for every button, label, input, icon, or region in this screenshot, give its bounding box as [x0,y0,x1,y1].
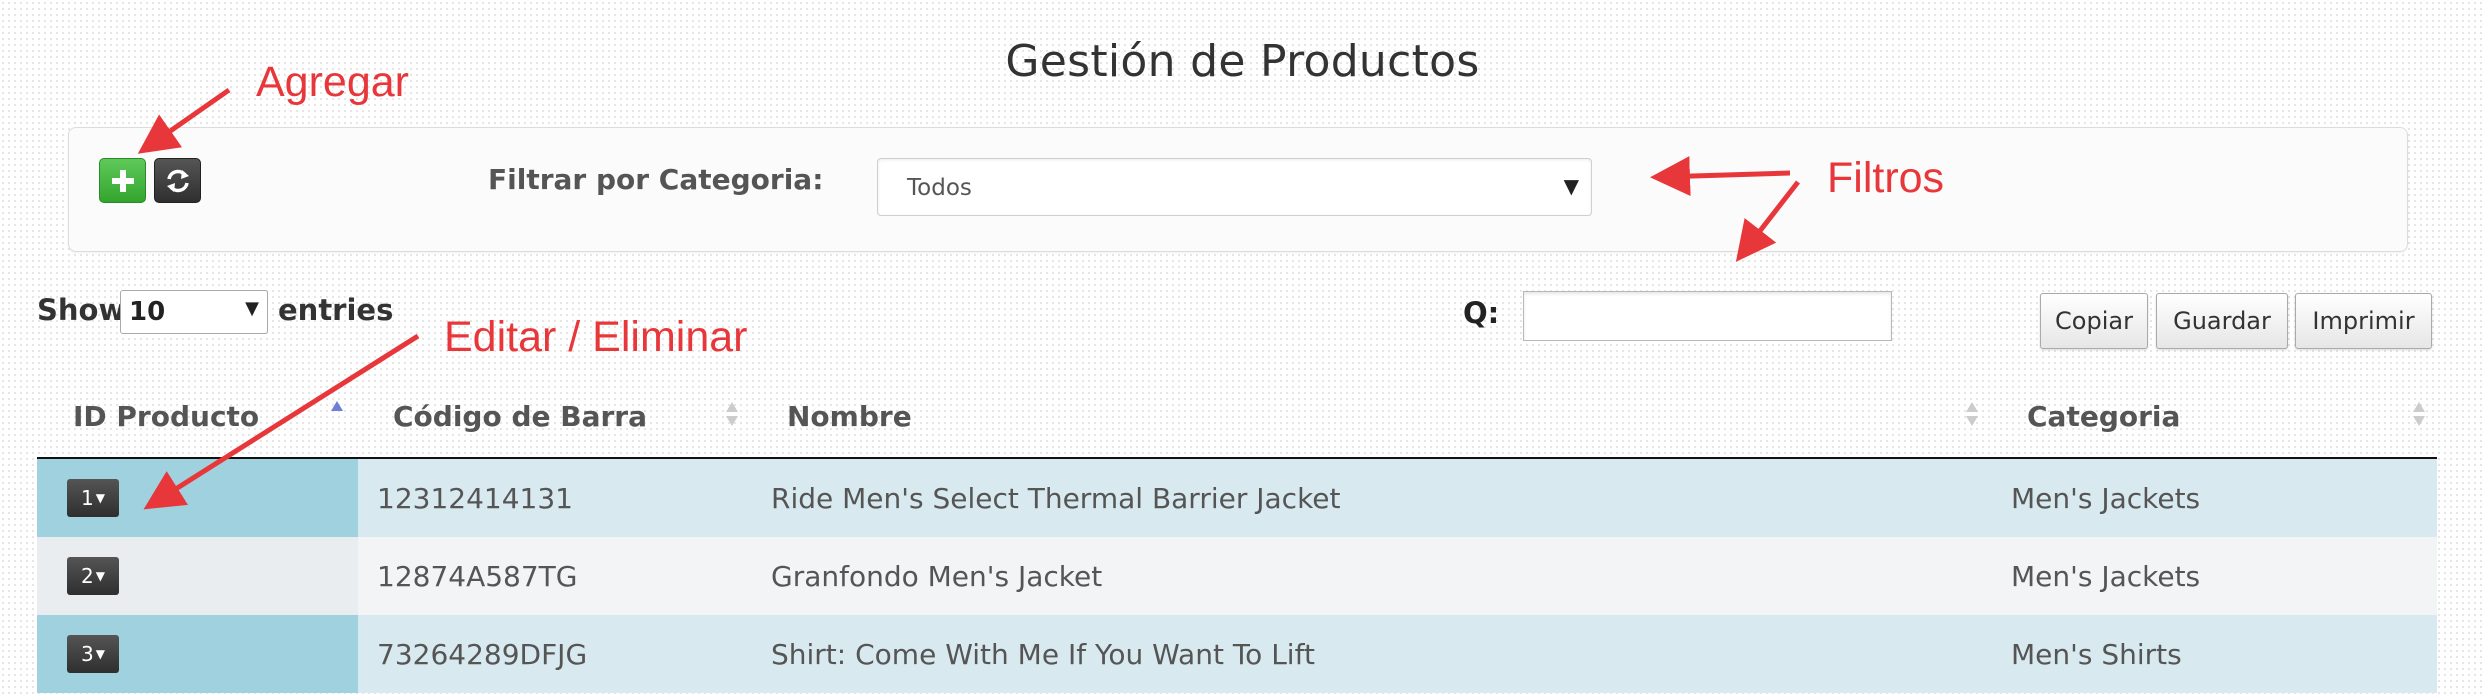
search-input[interactable] [1523,291,1892,341]
add-product-button[interactable] [99,158,146,203]
name-cell: Shirt: Come With Me If You Want To Lift [771,638,1315,671]
table-row[interactable]: 2 ▼ 12874A587TG Granfondo Men's Jacket Me… [37,537,2437,615]
show-label: Show [37,293,126,327]
category-filter-value: Todos [907,175,972,201]
entries-select-value: 10 [129,297,166,327]
caret-down-icon: ▼ [95,491,105,505]
category-filter-select[interactable]: Todos ▼ [877,158,1592,216]
chevron-down-icon: ▼ [1563,174,1579,198]
name-cell: Granfondo Men's Jacket [771,560,1103,593]
sort-asc-icon [331,401,343,411]
annotation-filters: Filtros [1827,154,1945,202]
id-cell: 2 ▼ [37,537,358,615]
plus-icon [111,169,134,192]
column-header-id[interactable]: ID Producto [73,400,259,433]
column-header-name[interactable]: Nombre [787,400,912,433]
barcode-cell: 73264289DFJG [377,638,588,671]
row-actions-button[interactable]: 1 ▼ [67,479,119,517]
barcode-cell: 12312414131 [377,482,573,515]
row-actions-button[interactable]: 2 ▼ [67,557,119,595]
name-cell: Ride Men's Select Thermal Barrier Jacket [771,482,1341,515]
category-cell: Men's Jackets [2011,482,2201,515]
entries-select[interactable]: 10 ▼ [120,290,268,334]
search-label: Q: [1463,296,1500,330]
category-cell: Men's Shirts [2011,638,2182,671]
caret-down-icon: ▼ [95,647,105,661]
annotation-edit-delete: Editar / Eliminar [444,313,748,361]
filter-category-label: Filtrar por Categoria: [488,163,824,196]
id-cell: 1 ▼ [37,459,358,537]
table-row[interactable]: 1 ▼ 12312414131 Ride Men's Select Thermal… [37,459,2437,537]
print-button[interactable]: Imprimir [2295,293,2432,349]
row-id: 3 [81,642,94,666]
sort-both-icon [2413,402,2425,426]
column-header-barcode[interactable]: Código de Barra [393,400,647,433]
table-row[interactable]: 3 ▼ 73264289DFJG Shirt: Come With Me If Y… [37,615,2437,693]
barcode-cell: 12874A587TG [377,560,578,593]
sort-both-icon [726,402,738,426]
annotation-add: Agregar [256,58,409,106]
id-cell: 3 ▼ [37,615,358,693]
refresh-button[interactable] [154,158,201,203]
caret-down-icon: ▼ [95,569,105,583]
entries-label: entries [278,293,394,327]
chevron-down-icon: ▼ [245,298,259,319]
copy-button[interactable]: Copiar [2040,293,2148,349]
row-id: 2 [81,564,94,588]
column-header-category[interactable]: Categoria [2027,400,2180,433]
category-cell: Men's Jackets [2011,560,2201,593]
row-id: 1 [81,486,94,510]
save-button[interactable]: Guardar [2156,293,2288,349]
row-actions-button[interactable]: 3 ▼ [67,635,119,673]
refresh-icon [166,169,189,192]
sort-both-icon [1966,402,1978,426]
